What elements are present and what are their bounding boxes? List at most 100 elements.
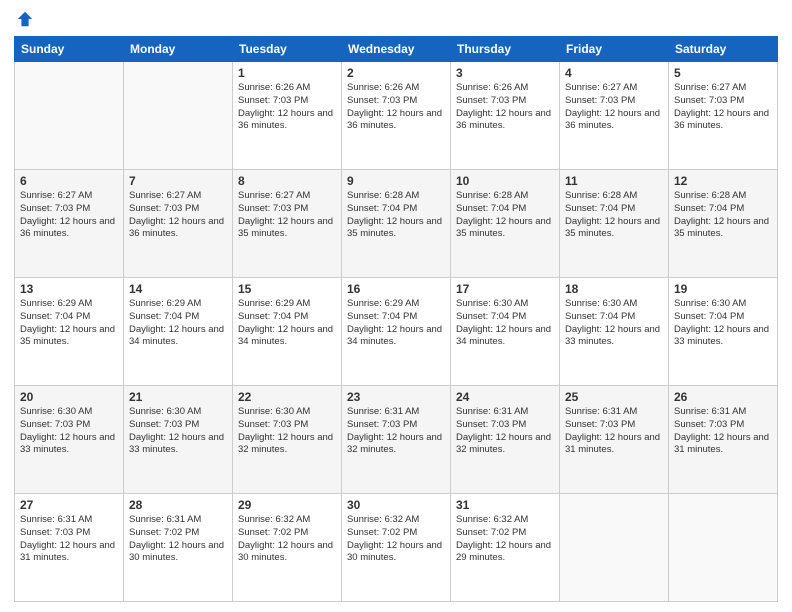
day-number: 9 [347, 174, 445, 188]
calendar-cell: 31Sunrise: 6:32 AM Sunset: 7:02 PM Dayli… [451, 494, 560, 602]
calendar-cell: 20 Sunrise: 6:30 AM Sunset: 7:03 PM Dayli… [15, 386, 124, 494]
day-info: Sunrise: 6:30 AM Sunset: 7:04 PM Dayligh… [565, 298, 663, 349]
day-header-wednesday: Wednesday [342, 37, 451, 62]
day-info: Sunrise: 6:31 AM Sunset: 7:03 PM Dayligh… [20, 514, 118, 565]
day-number: 30 [347, 498, 445, 512]
day-number: 10 [456, 174, 554, 188]
calendar-cell: 23 Sunrise: 6:31 AM Sunset: 7:03 PM Dayli… [342, 386, 451, 494]
day-number: 15 [238, 282, 336, 296]
day-info: Sunrise: 6:30 AM Sunset: 7:03 PM Dayligh… [129, 406, 227, 457]
calendar-header: SundayMondayTuesdayWednesdayThursdayFrid… [15, 37, 778, 62]
day-info: Sunrise: 6:32 AM Sunset: 7:02 PM Dayligh… [238, 514, 336, 565]
day-info: Sunrise: 6:29 AM Sunset: 7:04 PM Dayligh… [238, 298, 336, 349]
day-number: 24 [456, 390, 554, 404]
calendar-cell: 6 Sunrise: 6:27 AM Sunset: 7:03 PM Daylig… [15, 170, 124, 278]
calendar-cell: 11Sunrise: 6:28 AM Sunset: 7:04 PM Dayli… [560, 170, 669, 278]
day-number: 14 [129, 282, 227, 296]
day-info: Sunrise: 6:32 AM Sunset: 7:02 PM Dayligh… [347, 514, 445, 565]
day-number: 18 [565, 282, 663, 296]
day-number: 20 [20, 390, 118, 404]
day-info: Sunrise: 6:31 AM Sunset: 7:03 PM Dayligh… [674, 406, 772, 457]
calendar-cell: 9 Sunrise: 6:28 AM Sunset: 7:04 PM Daylig… [342, 170, 451, 278]
day-info: Sunrise: 6:28 AM Sunset: 7:04 PM Dayligh… [456, 190, 554, 241]
day-number: 13 [20, 282, 118, 296]
week-row-4: 20 Sunrise: 6:30 AM Sunset: 7:03 PM Dayli… [15, 386, 778, 494]
calendar-cell: 8 Sunrise: 6:27 AM Sunset: 7:03 PM Daylig… [233, 170, 342, 278]
day-number: 7 [129, 174, 227, 188]
day-number: 29 [238, 498, 336, 512]
calendar-cell: 22 Sunrise: 6:30 AM Sunset: 7:03 PM Dayli… [233, 386, 342, 494]
day-number: 6 [20, 174, 118, 188]
day-number: 19 [674, 282, 772, 296]
day-number: 28 [129, 498, 227, 512]
calendar-cell [124, 62, 233, 170]
calendar-body: 1 Sunrise: 6:26 AM Sunset: 7:03 PM Daylig… [15, 62, 778, 602]
calendar-cell: 13Sunrise: 6:29 AM Sunset: 7:04 PM Dayli… [15, 278, 124, 386]
day-info: Sunrise: 6:31 AM Sunset: 7:02 PM Dayligh… [129, 514, 227, 565]
day-info: Sunrise: 6:28 AM Sunset: 7:04 PM Dayligh… [674, 190, 772, 241]
day-info: Sunrise: 6:27 AM Sunset: 7:03 PM Dayligh… [129, 190, 227, 241]
day-info: Sunrise: 6:30 AM Sunset: 7:03 PM Dayligh… [238, 406, 336, 457]
logo-icon [16, 10, 34, 28]
day-header-thursday: Thursday [451, 37, 560, 62]
day-header-friday: Friday [560, 37, 669, 62]
day-info: Sunrise: 6:27 AM Sunset: 7:03 PM Dayligh… [565, 82, 663, 133]
header [14, 10, 778, 28]
calendar-cell [15, 62, 124, 170]
calendar-cell: 30 Sunrise: 6:32 AM Sunset: 7:02 PM Dayli… [342, 494, 451, 602]
week-row-3: 13 Sunrise: 6:29 AM Sunset: 7:04 PM Dayli… [15, 278, 778, 386]
calendar-cell: 26Sunrise: 6:31 AM Sunset: 7:03 PM Dayli… [669, 386, 778, 494]
day-info: Sunrise: 6:26 AM Sunset: 7:03 PM Dayligh… [238, 82, 336, 133]
week-row-1: 1 Sunrise: 6:26 AM Sunset: 7:03 PM Daylig… [15, 62, 778, 170]
day-header-tuesday: Tuesday [233, 37, 342, 62]
day-info: Sunrise: 6:28 AM Sunset: 7:04 PM Dayligh… [565, 190, 663, 241]
calendar-cell [669, 494, 778, 602]
day-number: 3 [456, 66, 554, 80]
week-row-2: 6 Sunrise: 6:27 AM Sunset: 7:03 PM Daylig… [15, 170, 778, 278]
calendar-cell: 21Sunrise: 6:30 AM Sunset: 7:03 PM Dayli… [124, 386, 233, 494]
day-info: Sunrise: 6:32 AM Sunset: 7:02 PM Dayligh… [456, 514, 554, 565]
day-number: 8 [238, 174, 336, 188]
calendar-cell: 27 Sunrise: 6:31 AM Sunset: 7:03 PM Dayli… [15, 494, 124, 602]
day-info: Sunrise: 6:31 AM Sunset: 7:03 PM Dayligh… [456, 406, 554, 457]
day-info: Sunrise: 6:30 AM Sunset: 7:04 PM Dayligh… [674, 298, 772, 349]
day-number: 2 [347, 66, 445, 80]
calendar-cell: 28 Sunrise: 6:31 AM Sunset: 7:02 PM Dayli… [124, 494, 233, 602]
day-number: 1 [238, 66, 336, 80]
day-info: Sunrise: 6:31 AM Sunset: 7:03 PM Dayligh… [565, 406, 663, 457]
day-header-sunday: Sunday [15, 37, 124, 62]
logo [14, 10, 34, 28]
calendar-cell: 7 Sunrise: 6:27 AM Sunset: 7:03 PM Daylig… [124, 170, 233, 278]
calendar-cell: 19 Sunrise: 6:30 AM Sunset: 7:04 PM Dayli… [669, 278, 778, 386]
day-info: Sunrise: 6:31 AM Sunset: 7:03 PM Dayligh… [347, 406, 445, 457]
day-number: 23 [347, 390, 445, 404]
calendar-cell: 2 Sunrise: 6:26 AM Sunset: 7:03 PM Daylig… [342, 62, 451, 170]
calendar-cell: 1 Sunrise: 6:26 AM Sunset: 7:03 PM Daylig… [233, 62, 342, 170]
calendar-cell: 17Sunrise: 6:30 AM Sunset: 7:04 PM Dayli… [451, 278, 560, 386]
day-info: Sunrise: 6:27 AM Sunset: 7:03 PM Dayligh… [238, 190, 336, 241]
day-header-row: SundayMondayTuesdayWednesdayThursdayFrid… [15, 37, 778, 62]
day-header-saturday: Saturday [669, 37, 778, 62]
page: SundayMondayTuesdayWednesdayThursdayFrid… [0, 0, 792, 612]
day-info: Sunrise: 6:27 AM Sunset: 7:03 PM Dayligh… [674, 82, 772, 133]
calendar-cell: 3Sunrise: 6:26 AM Sunset: 7:03 PM Daylig… [451, 62, 560, 170]
calendar-cell: 15 Sunrise: 6:29 AM Sunset: 7:04 PM Dayli… [233, 278, 342, 386]
day-number: 22 [238, 390, 336, 404]
calendar-cell: 16 Sunrise: 6:29 AM Sunset: 7:04 PM Dayli… [342, 278, 451, 386]
day-info: Sunrise: 6:29 AM Sunset: 7:04 PM Dayligh… [347, 298, 445, 349]
day-number: 27 [20, 498, 118, 512]
day-info: Sunrise: 6:28 AM Sunset: 7:04 PM Dayligh… [347, 190, 445, 241]
calendar-cell: 4 Sunrise: 6:27 AM Sunset: 7:03 PM Daylig… [560, 62, 669, 170]
day-number: 25 [565, 390, 663, 404]
week-row-5: 27 Sunrise: 6:31 AM Sunset: 7:03 PM Dayli… [15, 494, 778, 602]
day-info: Sunrise: 6:30 AM Sunset: 7:03 PM Dayligh… [20, 406, 118, 457]
calendar-cell: 18 Sunrise: 6:30 AM Sunset: 7:04 PM Dayli… [560, 278, 669, 386]
day-info: Sunrise: 6:27 AM Sunset: 7:03 PM Dayligh… [20, 190, 118, 241]
day-info: Sunrise: 6:30 AM Sunset: 7:04 PM Dayligh… [456, 298, 554, 349]
day-header-monday: Monday [124, 37, 233, 62]
calendar-cell: 10 Sunrise: 6:28 AM Sunset: 7:04 PM Dayli… [451, 170, 560, 278]
day-info: Sunrise: 6:26 AM Sunset: 7:03 PM Dayligh… [347, 82, 445, 133]
day-number: 16 [347, 282, 445, 296]
day-number: 4 [565, 66, 663, 80]
calendar-cell: 25 Sunrise: 6:31 AM Sunset: 7:03 PM Dayli… [560, 386, 669, 494]
